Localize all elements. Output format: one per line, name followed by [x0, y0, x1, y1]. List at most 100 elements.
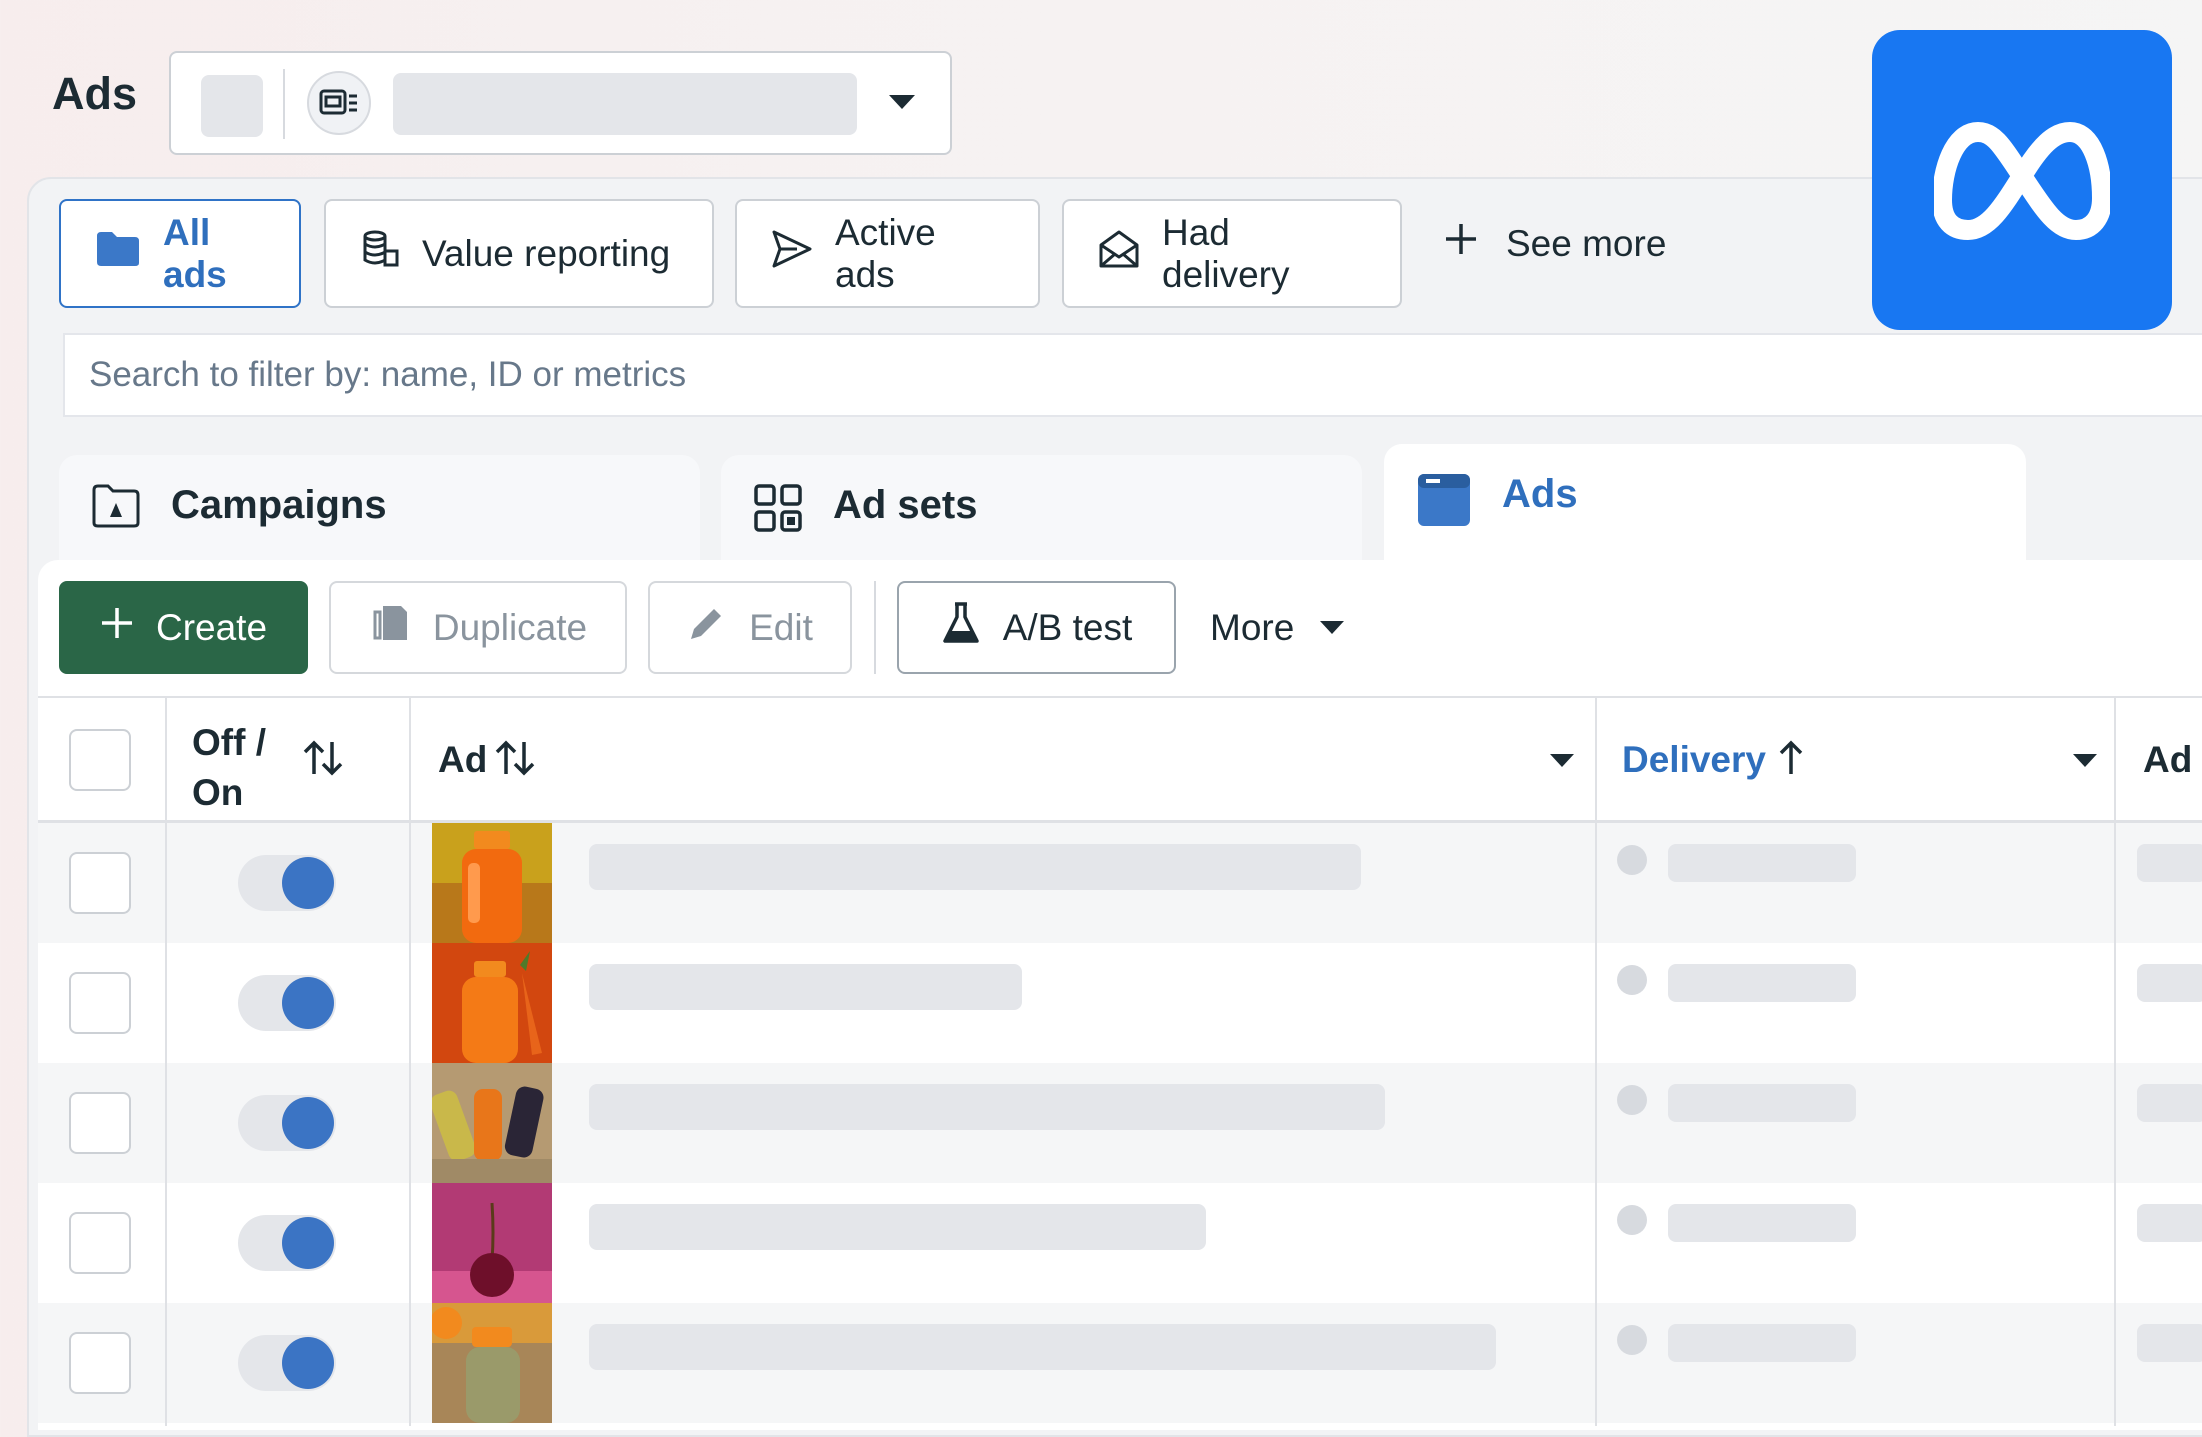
- row-toggle[interactable]: [238, 1095, 336, 1151]
- column-divider: [409, 696, 411, 1426]
- see-more-button[interactable]: See more: [1444, 222, 1666, 265]
- sort-ascending-icon[interactable]: [1778, 740, 1804, 781]
- cell-placeholder: [2137, 1084, 2202, 1122]
- pencil-icon: [687, 603, 727, 652]
- row-checkbox[interactable]: [69, 1212, 131, 1274]
- ad-thumbnail[interactable]: [432, 1063, 552, 1183]
- cell-placeholder: [2137, 1324, 2202, 1362]
- divider: [38, 696, 2202, 698]
- account-name-placeholder: [393, 73, 857, 135]
- ad-thumbnail[interactable]: [432, 1303, 552, 1423]
- search-input[interactable]: Search to filter by: name, ID or metrics: [63, 333, 2202, 417]
- caret-down-icon: [1320, 621, 1345, 634]
- delivery-placeholder: [1668, 1084, 1856, 1122]
- toggle-knob: [282, 857, 334, 909]
- toggle-knob: [282, 1217, 334, 1269]
- column-header-ad-set[interactable]: Ad s: [2143, 739, 2202, 781]
- ad-name-placeholder: [589, 1204, 1206, 1250]
- column-menu-caret-icon[interactable]: [2073, 754, 2097, 767]
- delivery-placeholder: [1668, 1204, 1856, 1242]
- search-placeholder: Search to filter by: name, ID or metrics: [89, 355, 687, 394]
- delivery-placeholder: [1668, 964, 1856, 1002]
- row-toggle[interactable]: [238, 975, 336, 1031]
- edit-button[interactable]: Edit: [648, 581, 852, 674]
- column-header-off-on: Off / On: [192, 722, 266, 813]
- page-title: Ads: [52, 68, 138, 119]
- status-dot: [1617, 965, 1647, 995]
- see-more-label: See more: [1506, 222, 1667, 264]
- filter-tab-label: Value reporting: [422, 232, 671, 274]
- cell-placeholder: [2137, 1204, 2202, 1242]
- filter-tab-value-reporting[interactable]: Value reporting: [324, 199, 714, 308]
- plus-icon: [1444, 222, 1478, 265]
- divider: [283, 69, 285, 139]
- filter-tab-label: All ads: [163, 211, 227, 295]
- ad-name-placeholder: [589, 1084, 1385, 1130]
- row-toggle[interactable]: [238, 855, 336, 911]
- filter-tab-all-ads[interactable]: All ads: [59, 199, 301, 308]
- duplicate-icon: [369, 602, 411, 653]
- edit-label: Edit: [749, 606, 813, 648]
- tab-label: Ads: [1502, 472, 1578, 516]
- ab-test-label: A/B test: [1002, 606, 1133, 648]
- duplicate-button[interactable]: Duplicate: [329, 581, 627, 674]
- select-all-checkbox[interactable]: [69, 729, 131, 791]
- envelope-open-icon: [1098, 229, 1140, 278]
- campaign-folder-icon: [91, 483, 141, 539]
- row-checkbox[interactable]: [69, 1092, 131, 1154]
- column-divider: [165, 696, 167, 1426]
- toggle-knob: [282, 1337, 334, 1389]
- toggle-knob: [282, 977, 334, 1029]
- sort-icon[interactable]: [494, 740, 536, 781]
- folder-icon: [95, 230, 141, 277]
- create-label: Create: [155, 606, 268, 648]
- duplicate-label: Duplicate: [432, 606, 588, 648]
- filter-tab-active-ads[interactable]: Active ads: [735, 199, 1040, 308]
- row-checkbox[interactable]: [69, 852, 131, 914]
- tab-label: Ad sets: [833, 483, 978, 527]
- ad-account-icon: [307, 71, 371, 135]
- ad-name-placeholder: [589, 1324, 1496, 1370]
- ad-thumbnail[interactable]: [432, 823, 552, 943]
- meta-infinity-icon: [1934, 122, 2110, 240]
- delivery-placeholder: [1668, 1324, 1856, 1362]
- cell-placeholder: [2137, 844, 2202, 882]
- beaker-icon: [941, 601, 981, 654]
- column-divider: [1595, 696, 1597, 1426]
- ad-thumbnail[interactable]: [432, 943, 552, 1063]
- divider: [874, 581, 876, 674]
- row-toggle[interactable]: [238, 1335, 336, 1391]
- cell-placeholder: [2137, 964, 2202, 1002]
- send-icon: [771, 229, 813, 278]
- status-dot: [1617, 1205, 1647, 1235]
- sort-icon[interactable]: [302, 740, 344, 781]
- column-header-delivery[interactable]: Delivery: [1622, 739, 1766, 781]
- status-dot: [1617, 1325, 1647, 1355]
- grid-icon: [753, 483, 803, 543]
- ab-test-button[interactable]: A/B test: [897, 581, 1176, 674]
- coins-icon: [360, 229, 400, 278]
- plus-icon: [100, 606, 134, 649]
- column-divider: [2114, 696, 2116, 1426]
- filter-tab-label: Active ads: [835, 211, 936, 295]
- create-button[interactable]: Create: [59, 581, 308, 674]
- filter-tab-had-delivery[interactable]: Had delivery: [1062, 199, 1402, 308]
- ad-thumbnail[interactable]: [432, 1183, 552, 1303]
- row-checkbox[interactable]: [69, 972, 131, 1034]
- table-row[interactable]: [38, 943, 2202, 1063]
- row-toggle[interactable]: [238, 1215, 336, 1271]
- delivery-placeholder: [1668, 844, 1856, 882]
- tab-label: Campaigns: [171, 483, 387, 527]
- meta-logo: [1872, 30, 2172, 330]
- filter-tab-label: Had delivery: [1162, 211, 1290, 295]
- column-header-ad[interactable]: Ad: [438, 739, 487, 781]
- more-button[interactable]: More: [1210, 581, 1345, 674]
- column-menu-caret-icon[interactable]: [1550, 754, 1574, 767]
- ad-window-icon: [1416, 472, 1472, 538]
- row-checkbox[interactable]: [69, 1332, 131, 1394]
- more-label: More: [1210, 606, 1295, 648]
- status-dot: [1617, 845, 1647, 875]
- account-avatar-placeholder: [201, 75, 263, 137]
- ad-name-placeholder: [589, 844, 1361, 890]
- account-selector[interactable]: [169, 51, 952, 155]
